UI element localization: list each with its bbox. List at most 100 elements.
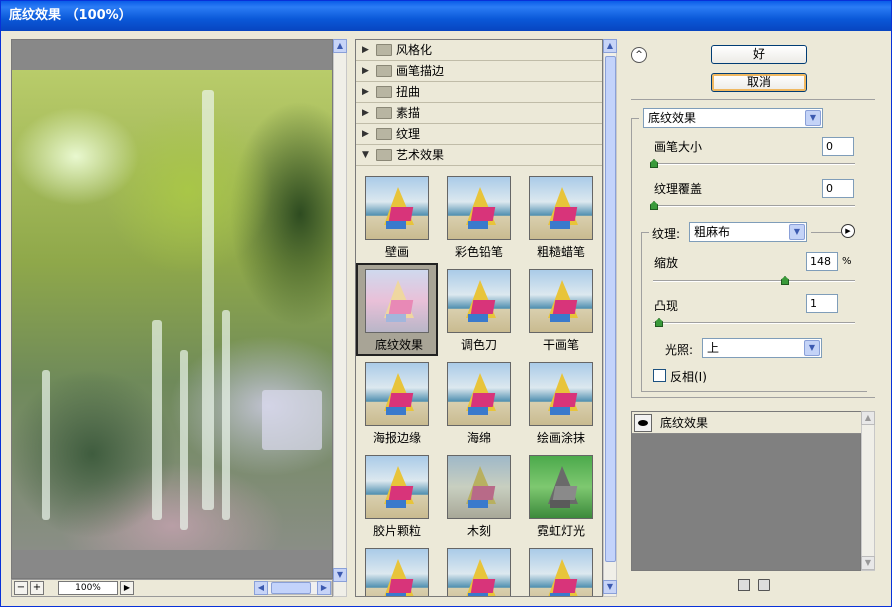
expand-icon: ▶: [362, 45, 369, 55]
scroll-down-icon[interactable]: ▼: [861, 556, 875, 570]
scaling-unit: %: [842, 256, 852, 267]
zoom-in-button[interactable]: +: [30, 581, 44, 595]
scroll-left-icon[interactable]: ◀: [254, 581, 268, 595]
chevron-down-icon: ▼: [805, 110, 821, 126]
thumbnail-image: [365, 455, 429, 519]
filter-thumb[interactable]: 绘画涂抹: [520, 356, 602, 449]
thumbnail-image: [447, 269, 511, 333]
effect-layer[interactable]: 底纹效果: [632, 412, 861, 434]
thumbnail-image: [447, 362, 511, 426]
scaling-slider[interactable]: [653, 280, 855, 282]
category-brush-strokes[interactable]: ▶ 画笔描边: [356, 61, 602, 82]
category-texture[interactable]: ▶ 纹理: [356, 124, 602, 145]
filter-thumbnails: 壁画 彩色铅笔 粗糙蜡笔 底纹效果 调色刀 干画笔 海报边缘 海绵 绘画涂抹 胶…: [356, 166, 602, 596]
thumbnail-image: [529, 548, 593, 596]
filter-thumb[interactable]: [520, 542, 602, 596]
filter-list-scrollbar[interactable]: ▲ ▼: [603, 39, 617, 597]
thumbnail-image: [529, 176, 593, 240]
slider-handle[interactable]: [650, 201, 658, 210]
light-select[interactable]: 上 ▼: [702, 338, 822, 358]
filter-thumb[interactable]: 粗糙蜡笔: [520, 170, 602, 263]
thumbnail-image: [447, 548, 511, 596]
new-effect-layer-icon[interactable]: [738, 579, 750, 591]
zoom-menu-button[interactable]: ▶: [120, 581, 134, 595]
light-label: 光照:: [665, 343, 694, 357]
category-sketch[interactable]: ▶ 素描: [356, 103, 602, 124]
filter-thumb[interactable]: 壁画: [356, 170, 438, 263]
ok-button[interactable]: 好: [711, 45, 807, 64]
filter-thumb[interactable]: 木刻: [438, 449, 520, 542]
expand-icon: ▶: [362, 87, 369, 97]
filter-thumb[interactable]: [356, 542, 438, 596]
preview-vertical-scrollbar[interactable]: ▲ ▼: [333, 39, 347, 597]
relief-label: 凸现: [654, 299, 679, 313]
layers-scrollbar[interactable]: ▲ ▼: [861, 411, 875, 571]
hide-gallery-button[interactable]: ^: [631, 47, 647, 63]
preview-toolbar: − + 100% ▶ ◀ ▶: [11, 579, 333, 597]
category-distort[interactable]: ▶ 扭曲: [356, 82, 602, 103]
open-folder-icon: [376, 149, 392, 161]
folder-icon: [376, 65, 392, 77]
scroll-right-icon[interactable]: ▶: [317, 581, 331, 595]
expand-icon: ▶: [362, 129, 369, 139]
filter-thumb[interactable]: 调色刀: [438, 263, 520, 356]
filter-thumb[interactable]: 霓虹灯光: [520, 449, 602, 542]
filter-gallery-window: 底纹效果 （100%） − + 100% ▶ ◀ ▶ ▲ ▼ ▶ 风格化 ▶ 画笔: [0, 0, 892, 607]
thumbnail-image: [447, 455, 511, 519]
brush-size-input[interactable]: 0: [822, 137, 854, 156]
filter-select[interactable]: 底纹效果 ▼: [643, 108, 823, 128]
folder-icon: [376, 107, 392, 119]
zoom-out-button[interactable]: −: [14, 581, 28, 595]
texture-select[interactable]: 粗麻布 ▼: [689, 222, 807, 242]
preview-area[interactable]: [11, 39, 333, 579]
relief-slider[interactable]: [653, 322, 855, 324]
trash-icon[interactable]: [758, 579, 770, 591]
texture-coverage-slider[interactable]: [653, 205, 855, 207]
thumbnail-image: [365, 176, 429, 240]
scaling-label: 缩放: [654, 256, 679, 270]
category-artistic[interactable]: ▼ 艺术效果: [356, 145, 602, 166]
scroll-thumb[interactable]: [605, 56, 616, 562]
texture-coverage-label: 纹理覆盖: [654, 182, 703, 196]
cancel-button[interactable]: 取消: [711, 73, 807, 92]
scroll-up-icon[interactable]: ▲: [861, 411, 875, 425]
eye-icon[interactable]: [634, 414, 652, 432]
scroll-down-icon[interactable]: ▼: [603, 580, 617, 594]
scaling-input[interactable]: 148: [806, 252, 838, 271]
chevron-down-icon: ▼: [789, 224, 805, 240]
chevron-down-icon: ▼: [804, 340, 820, 356]
filter-thumb[interactable]: 海绵: [438, 356, 520, 449]
slider-handle[interactable]: [655, 318, 663, 327]
slider-handle[interactable]: [781, 276, 789, 285]
thumbnail-image: [529, 269, 593, 333]
preview-image[interactable]: [12, 70, 332, 550]
thumbnail-image: [365, 548, 429, 596]
preview-horizontal-scrollbar[interactable]: ◀ ▶: [254, 581, 332, 595]
invert-checkbox[interactable]: [653, 369, 666, 382]
scroll-up-icon[interactable]: ▲: [603, 39, 617, 53]
scroll-down-icon[interactable]: ▼: [333, 568, 347, 582]
texture-label: 纹理:: [652, 227, 681, 241]
expand-icon: ▶: [362, 66, 369, 76]
brush-size-slider[interactable]: [653, 163, 855, 165]
invert-label[interactable]: 反相(I): [670, 368, 707, 385]
category-stylize[interactable]: ▶ 风格化: [356, 40, 602, 61]
brush-size-label: 画笔大小: [654, 140, 703, 154]
thumbnail-image: [447, 176, 511, 240]
filter-thumb-selected[interactable]: 底纹效果: [356, 263, 438, 356]
slider-handle[interactable]: [650, 159, 658, 168]
window-title: 底纹效果 （100%）: [1, 1, 891, 31]
scroll-thumb[interactable]: [271, 582, 311, 594]
filter-thumb[interactable]: 彩色铅笔: [438, 170, 520, 263]
texture-coverage-input[interactable]: 0: [822, 179, 854, 198]
relief-input[interactable]: 1: [806, 294, 838, 313]
scroll-up-icon[interactable]: ▲: [333, 39, 347, 53]
texture-menu-icon[interactable]: ▶: [841, 224, 855, 238]
filter-thumb[interactable]: 胶片颗粒: [356, 449, 438, 542]
filter-thumb[interactable]: [438, 542, 520, 596]
filter-thumb[interactable]: 干画笔: [520, 263, 602, 356]
effect-layers-panel: 底纹效果: [631, 411, 861, 571]
folder-icon: [376, 128, 392, 140]
zoom-level[interactable]: 100%: [58, 581, 118, 595]
filter-thumb[interactable]: 海报边缘: [356, 356, 438, 449]
